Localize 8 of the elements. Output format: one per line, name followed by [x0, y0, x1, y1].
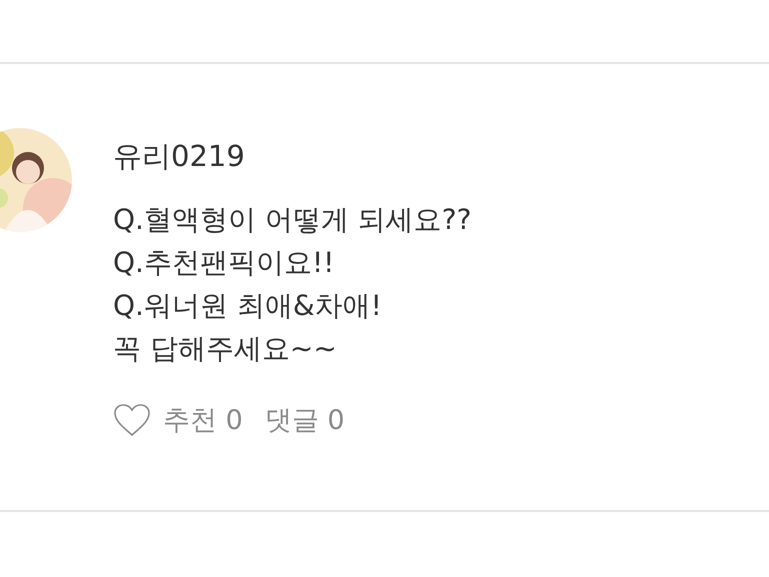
- reply-count[interactable]: 댓글 0: [264, 402, 345, 438]
- like-count[interactable]: 추천 0: [163, 402, 243, 438]
- heart-icon[interactable]: [113, 403, 151, 437]
- comment-text: 꼭 답해주세요~~: [113, 331, 338, 367]
- username: 유리0219: [113, 138, 246, 175]
- comment-text: Q.워너원 최애&차애!: [113, 288, 383, 324]
- comment-text: Q.혈액형이 어떻게 되세요??: [113, 202, 472, 238]
- comment-text: Q.추천팬픽이요!!: [113, 245, 336, 281]
